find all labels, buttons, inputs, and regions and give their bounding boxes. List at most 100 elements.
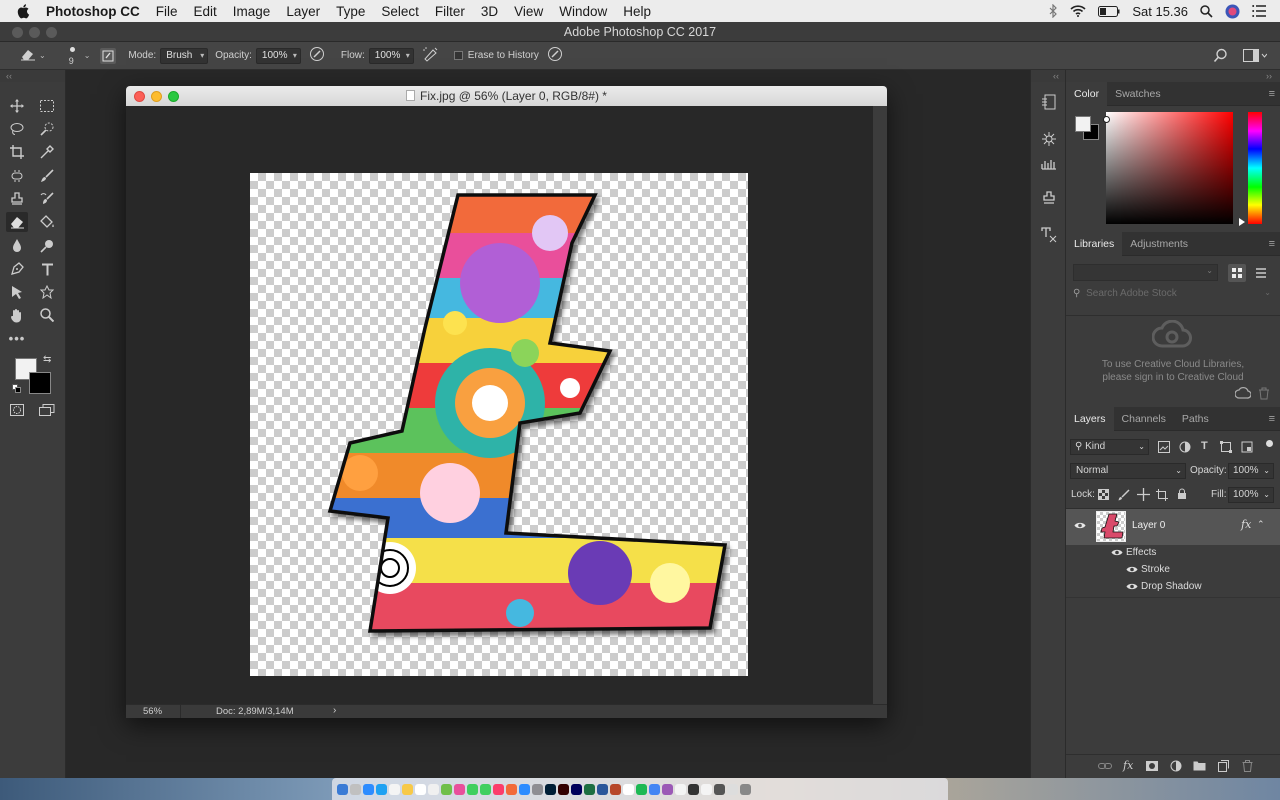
layer-thumbnail[interactable] (1096, 511, 1126, 542)
tab-layers[interactable]: Layers (1066, 406, 1114, 431)
document-minimize-button[interactable] (151, 91, 162, 102)
dock-app-icon[interactable] (714, 783, 725, 795)
filter-type-icon[interactable]: T (1201, 440, 1208, 452)
eraser-tool-preset-icon[interactable] (20, 47, 36, 64)
layer-row-layer-0[interactable]: Layer 0 fx ⌃ (1066, 509, 1280, 545)
tab-color[interactable]: Color (1066, 81, 1108, 106)
dock-mail-icon[interactable] (376, 783, 387, 795)
panel-menu-icon[interactable]: ≡ (1269, 88, 1275, 100)
color-field[interactable] (1106, 112, 1233, 224)
screen-mode-icon[interactable] (36, 400, 58, 420)
airbrush-icon[interactable] (422, 46, 440, 65)
panels-collapse-icon[interactable]: ›› (1066, 70, 1280, 82)
document-title-bar[interactable]: Fix.jpg @ 56% (Layer 0, RGB/8#) * (126, 86, 887, 106)
brush-panel-toggle-icon[interactable] (100, 47, 117, 64)
dock-illustrator-icon[interactable] (558, 783, 569, 795)
menu-help[interactable]: Help (623, 4, 651, 19)
effects-visibility-eye-icon[interactable] (1111, 548, 1123, 560)
filter-pixel-icon[interactable] (1158, 441, 1170, 456)
canvas-image[interactable] (250, 173, 748, 676)
dock-messages-icon[interactable] (467, 783, 478, 795)
tab-paths[interactable]: Paths (1174, 407, 1217, 431)
dock-app-store-icon[interactable] (519, 783, 530, 795)
adobe-stock-search[interactable]: ⚲ Search Adobe Stock ⌄ (1073, 288, 1273, 306)
layer-filter-kind-select[interactable]: ⚲ Kind ⌄ (1070, 439, 1149, 455)
brush-settings-icon[interactable] (1039, 129, 1059, 149)
lock-image-pixels-icon[interactable] (1118, 489, 1130, 504)
tool-preset-chevron-icon[interactable]: ⌄ (39, 51, 46, 60)
tab-libraries[interactable]: Libraries (1066, 231, 1123, 256)
dock-spotify-icon[interactable] (636, 783, 647, 795)
dock-itunes-icon[interactable] (493, 783, 504, 795)
user-avatar-icon[interactable] (1225, 4, 1240, 19)
filter-toggle-icon[interactable] (1266, 440, 1273, 447)
collapse-effects-chevron-icon[interactable]: ⌃ (1257, 519, 1265, 530)
path-selection-tool-icon[interactable] (6, 282, 28, 302)
wifi-icon[interactable] (1070, 5, 1086, 17)
library-select[interactable]: ⌄ (1073, 264, 1218, 281)
dock-facetime-icon[interactable] (480, 783, 491, 795)
blur-tool-icon[interactable] (6, 236, 28, 256)
color-picker-cursor[interactable] (1103, 116, 1110, 123)
history-brush-tool-icon[interactable] (36, 189, 58, 209)
mode-select[interactable]: Brush ▾ (160, 47, 209, 64)
icon-strip-collapse-icon[interactable]: ‹‹ (1031, 70, 1065, 82)
lock-artboard-icon[interactable] (1156, 489, 1168, 504)
dock-photoshop-icon[interactable] (545, 783, 556, 795)
dock-notes-icon[interactable] (402, 783, 413, 795)
dock-finder-icon[interactable] (337, 783, 348, 795)
layer-effects-row[interactable]: Effects (1066, 544, 1280, 561)
new-group-folder-icon[interactable] (1193, 760, 1206, 774)
zoom-tool-icon[interactable] (36, 305, 58, 325)
cc-sync-icon[interactable] (1234, 386, 1252, 403)
document-close-button[interactable] (134, 91, 145, 102)
brush-tool-icon[interactable] (36, 166, 58, 186)
type-tool-icon[interactable] (36, 259, 58, 279)
menu-type[interactable]: Type (336, 4, 365, 19)
menu-app-name[interactable]: Photoshop CC (46, 4, 140, 19)
dock-premiere-icon[interactable] (571, 783, 582, 795)
dock-maps-icon[interactable] (441, 783, 452, 795)
zoom-level[interactable]: 56% (143, 706, 162, 717)
tab-swatches[interactable]: Swatches (1107, 82, 1169, 106)
background-color-swatch[interactable] (29, 372, 51, 394)
document-vertical-scrollbar[interactable] (873, 106, 887, 704)
dock-safari-icon[interactable] (363, 783, 374, 795)
dock-excel-icon[interactable] (584, 783, 595, 795)
hue-slider-handle[interactable] (1239, 218, 1245, 226)
dock-app-icon[interactable] (623, 783, 634, 795)
fill-input[interactable]: 100% ⌄ (1228, 487, 1274, 503)
lasso-tool-icon[interactable] (6, 119, 28, 139)
menu-image[interactable]: Image (233, 4, 271, 19)
flow-input[interactable]: 100% ▾ (368, 47, 414, 64)
dock-system-preferences-icon[interactable] (532, 783, 543, 795)
window-zoom-button[interactable] (46, 27, 57, 38)
dock-reminders-icon[interactable] (428, 783, 439, 795)
spot-healing-tool-icon[interactable] (6, 166, 28, 186)
new-layer-icon[interactable] (1218, 760, 1229, 775)
clone-stamp-tool-icon[interactable] (6, 189, 28, 209)
menu-edit[interactable]: Edit (194, 4, 217, 19)
pressure-size-icon[interactable] (547, 46, 563, 65)
erase-to-history-checkbox[interactable] (453, 51, 463, 60)
brush-size-picker[interactable]: 9 (66, 44, 80, 68)
eraser-tool-icon[interactable] (6, 212, 28, 232)
menu-select[interactable]: Select (381, 4, 419, 19)
menu-layer[interactable]: Layer (286, 4, 320, 19)
eyedropper-tool-icon[interactable] (36, 142, 58, 162)
effect-row-drop-shadow[interactable]: Drop Shadow (1066, 578, 1280, 595)
menu-file[interactable]: File (156, 4, 178, 19)
dock-app-icon[interactable] (675, 783, 686, 795)
dock-launchpad-icon[interactable] (350, 783, 361, 795)
custom-shape-tool-icon[interactable] (36, 282, 58, 302)
search-icon[interactable] (1213, 48, 1228, 66)
more-tools-icon[interactable]: ••• (6, 328, 28, 348)
filter-smart-object-icon[interactable] (1241, 441, 1253, 456)
menu-window[interactable]: Window (559, 4, 607, 19)
window-close-button[interactable] (12, 27, 23, 38)
quick-selection-tool-icon[interactable] (36, 119, 58, 139)
library-trash-icon[interactable] (1258, 387, 1270, 403)
workspace-switcher-icon[interactable] (1243, 49, 1268, 65)
link-layers-icon[interactable] (1098, 761, 1112, 774)
move-tool-icon[interactable] (6, 96, 28, 116)
